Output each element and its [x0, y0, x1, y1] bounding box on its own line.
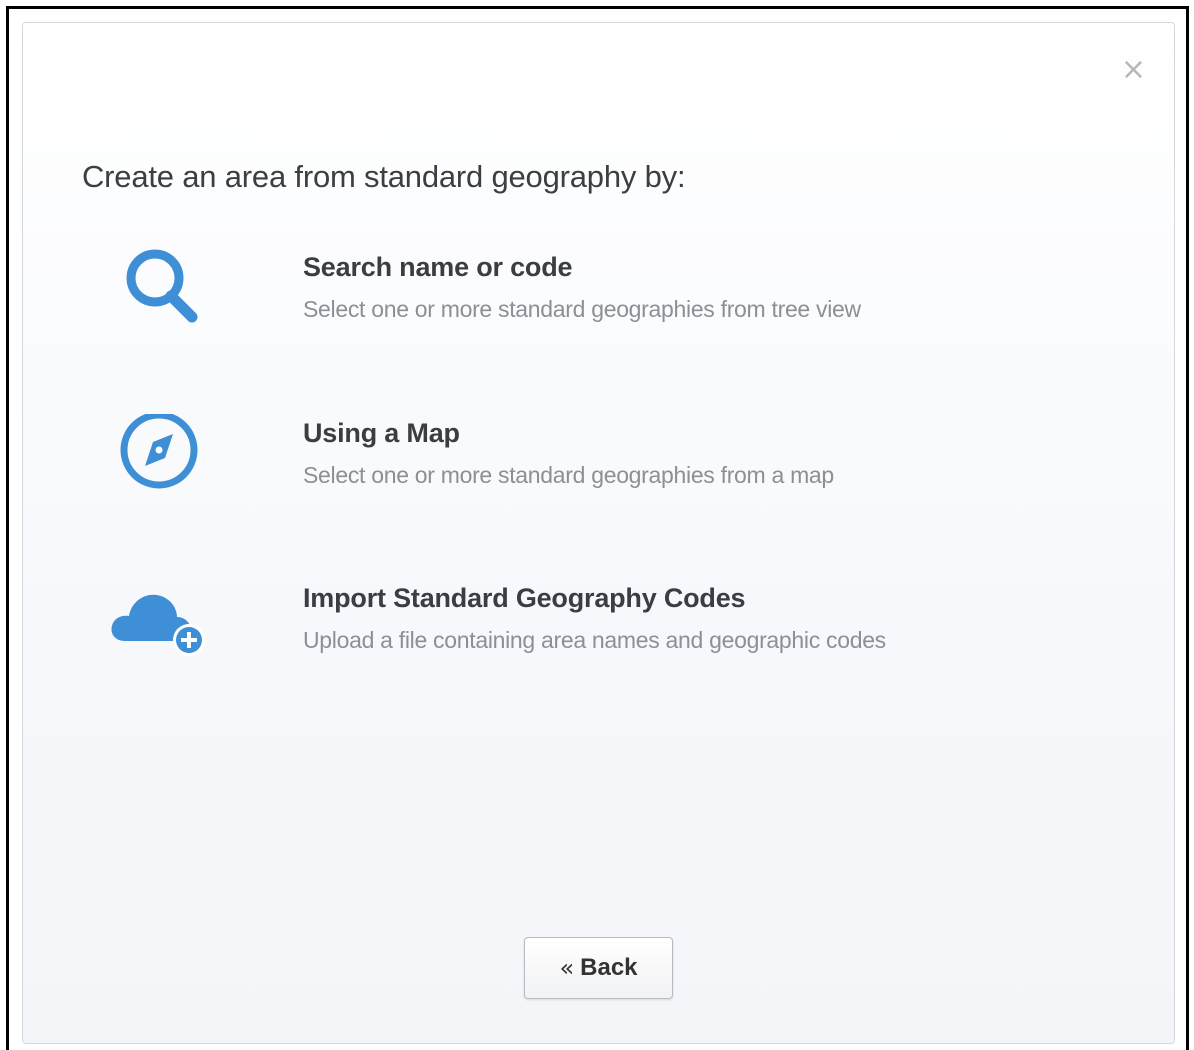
double-chevron-left-icon: « [559, 954, 575, 982]
option-description: Select one or more standard geographies … [303, 462, 834, 488]
option-description: Select one or more standard geographies … [303, 296, 861, 322]
dialog-heading: Create an area from standard geography b… [82, 159, 686, 194]
option-import-standard-geography-codes[interactable]: Import Standard Geography Codes Upload a… [103, 579, 1103, 689]
option-description: Upload a file containing area names and … [303, 627, 886, 653]
back-button[interactable]: « Back [524, 937, 673, 999]
close-button[interactable]: × [1121, 55, 1146, 85]
option-search-name-or-code[interactable]: Search name or code Select one or more s… [103, 248, 1103, 358]
search-icon [103, 248, 223, 348]
option-title: Search name or code [303, 252, 573, 282]
compass-icon [103, 411, 223, 514]
option-using-a-map[interactable]: Using a Map Select one or more standard … [103, 411, 1103, 524]
cloud-add-icon [103, 579, 223, 679]
create-area-dialog: × Create an area from standard geography… [22, 22, 1175, 1044]
option-title: Import Standard Geography Codes [303, 583, 746, 613]
option-title: Using a Map [303, 418, 460, 448]
back-button-label: Back [580, 954, 638, 981]
